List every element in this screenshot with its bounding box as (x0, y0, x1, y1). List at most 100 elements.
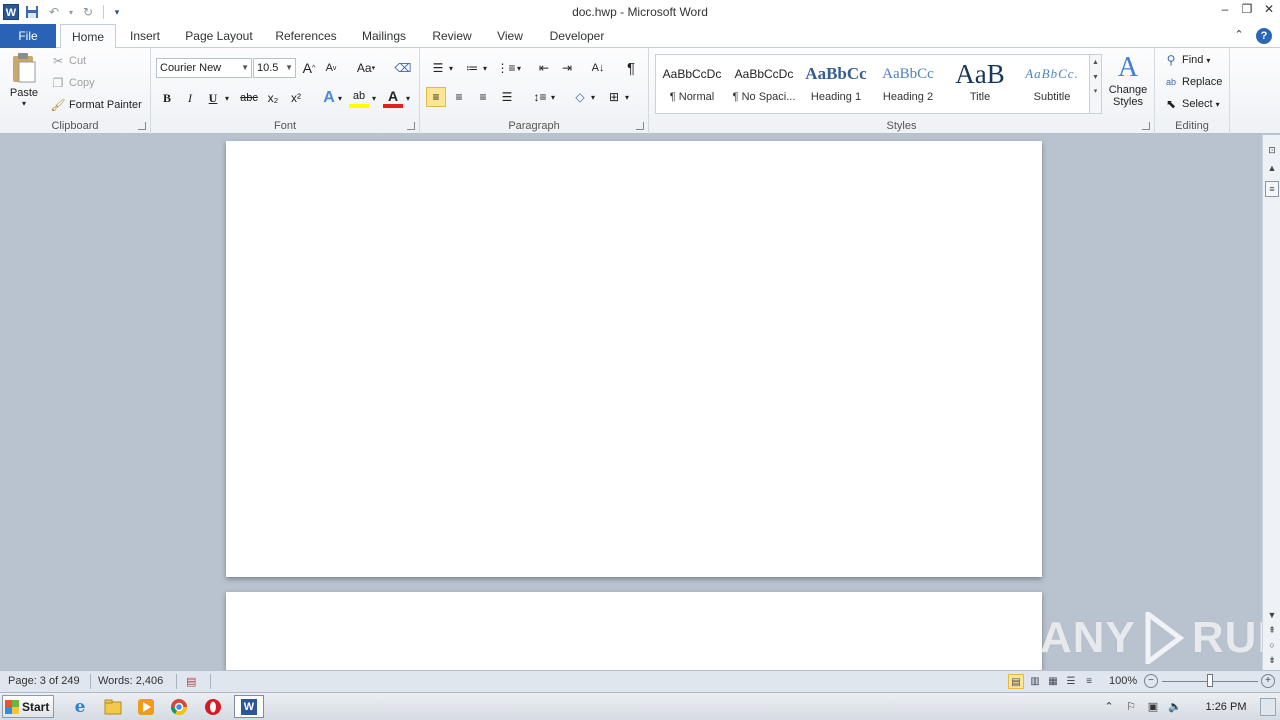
underline-dropdown-icon[interactable]: ▾ (221, 88, 233, 108)
align-center-icon[interactable]: ≡ (449, 87, 469, 107)
select-browse-object-icon[interactable]: ○ (1265, 638, 1279, 652)
full-screen-reading-icon[interactable]: ▥ (1027, 674, 1043, 689)
numbering-icon[interactable]: ≔ (462, 58, 482, 78)
find-button[interactable]: ⚲ Find ▾ (1163, 52, 1211, 68)
tab-home[interactable]: Home (60, 24, 116, 49)
gallery-up-icon[interactable]: ▲ (1090, 59, 1101, 66)
font-dialog-launcher[interactable] (407, 122, 415, 130)
tab-references[interactable]: References (270, 24, 342, 48)
show-desktop-icon[interactable] (1260, 698, 1276, 716)
zoom-level[interactable]: 100% (1109, 675, 1137, 687)
document-area[interactable] (0, 135, 1262, 670)
justify-icon[interactable]: ☰ (497, 87, 517, 107)
clear-formatting-icon[interactable]: ⌫ (393, 58, 413, 78)
highlight-button[interactable]: ab (349, 88, 369, 108)
undo-icon[interactable]: ↶ (45, 3, 63, 21)
text-effects-dropdown-icon[interactable]: ▾ (335, 88, 345, 108)
close-icon[interactable]: ✕ (1262, 2, 1276, 16)
font-size-dropdown-icon[interactable]: ▼ (285, 59, 293, 77)
word-taskbar-icon[interactable]: W (234, 695, 264, 718)
bullets-dropdown-icon[interactable]: ▾ (446, 58, 456, 78)
shading-dropdown-icon[interactable]: ▾ (588, 87, 598, 107)
minimize-icon[interactable]: – (1218, 2, 1232, 16)
paste-button[interactable]: Paste ▾ (6, 52, 42, 116)
paste-dropdown-icon[interactable]: ▾ (22, 99, 26, 108)
font-name-dropdown-icon[interactable]: ▼ (241, 59, 249, 77)
previous-page-icon[interactable]: ⇞ (1265, 623, 1279, 637)
clipboard-dialog-launcher[interactable] (138, 122, 146, 130)
superscript-button[interactable]: x² (286, 88, 306, 108)
select-button[interactable]: ⬉ Select ▾ (1163, 96, 1220, 112)
clock[interactable]: 1:26 PM (1200, 701, 1252, 713)
change-styles-button[interactable]: A Change Styles (1106, 52, 1150, 118)
vertical-scrollbar[interactable]: ⊡ ▲ ≡ ▼ ⇞ ○ ⇟ (1262, 135, 1280, 670)
tab-review[interactable]: Review (426, 24, 478, 48)
align-right-icon[interactable]: ≡ (473, 87, 493, 107)
scroll-up-icon[interactable]: ▲ (1265, 161, 1279, 175)
multilevel-list-icon[interactable]: ⋮≡ (496, 58, 516, 78)
line-spacing-dropdown-icon[interactable]: ▾ (548, 87, 558, 107)
cut-button[interactable]: ✂ Cut (50, 53, 86, 69)
redo-icon[interactable]: ↻ (79, 3, 97, 21)
minimize-ribbon-icon[interactable]: ⌃ (1232, 28, 1246, 42)
volume-icon[interactable]: 🔈 (1168, 700, 1182, 714)
page-count[interactable]: Page: 3 of 249 (8, 675, 80, 687)
select-dropdown-icon[interactable]: ▾ (1216, 100, 1220, 109)
draft-view-icon[interactable]: ≡ (1081, 674, 1097, 689)
document-page-3[interactable] (226, 141, 1042, 577)
show-formatting-icon[interactable]: ¶ (621, 58, 641, 78)
decrease-indent-icon[interactable]: ⇤ (534, 58, 554, 78)
paragraph-dialog-launcher[interactable] (636, 122, 644, 130)
document-page-4[interactable] (226, 592, 1042, 670)
font-name-combo[interactable]: Courier New ▼ (156, 58, 252, 78)
font-color-button[interactable]: A (383, 88, 403, 108)
undo-dropdown-icon[interactable]: ▾ (67, 3, 75, 21)
zoom-slider-thumb[interactable] (1207, 674, 1213, 687)
proofing-icon[interactable]: ▤ (186, 675, 196, 688)
change-case-button[interactable]: Aa ▾ (351, 58, 381, 78)
underline-button[interactable]: U (203, 88, 223, 108)
media-player-icon[interactable] (132, 695, 160, 718)
font-size-combo[interactable]: 10.5 ▼ (253, 58, 296, 78)
align-left-icon[interactable]: ≡ (426, 87, 446, 107)
help-icon[interactable]: ? (1256, 28, 1272, 44)
file-explorer-icon[interactable] (99, 695, 127, 718)
word-app-icon[interactable]: W (3, 4, 19, 20)
tab-mailings[interactable]: Mailings (354, 24, 414, 48)
grow-font-button[interactable]: A ^ (299, 58, 319, 78)
highlight-dropdown-icon[interactable]: ▾ (369, 88, 379, 108)
replace-button[interactable]: ab Replace (1163, 74, 1222, 90)
italic-button[interactable]: I (180, 88, 200, 108)
sort-icon[interactable]: A↓ (588, 58, 608, 78)
bullets-icon[interactable]: ☰ (428, 58, 448, 78)
gallery-down-icon[interactable]: ▼ (1090, 74, 1101, 81)
subscript-button[interactable]: x₂ (263, 88, 283, 108)
styles-gallery-scroll[interactable]: ▲ ▼ ▾ (1090, 54, 1102, 114)
bold-button[interactable]: B (157, 88, 177, 108)
borders-icon[interactable]: ⊞ (604, 87, 624, 107)
save-icon[interactable] (23, 3, 41, 21)
tab-developer[interactable]: Developer (542, 24, 612, 48)
style-normal[interactable]: AaBbCcDc ¶ Normal (656, 55, 728, 113)
copy-button[interactable]: ❐ Copy (50, 75, 95, 91)
styles-dialog-launcher[interactable] (1142, 122, 1150, 130)
outline-view-icon[interactable]: ☰ (1063, 674, 1079, 689)
strikethrough-button[interactable]: abc (237, 88, 261, 108)
shrink-font-button[interactable]: Av (321, 58, 341, 78)
tab-insert[interactable]: Insert (122, 24, 168, 48)
numbering-dropdown-icon[interactable]: ▾ (480, 58, 490, 78)
action-center-flag-icon[interactable]: ⚐ (1124, 700, 1138, 714)
tab-view[interactable]: View (490, 24, 530, 48)
view-ruler-icon[interactable]: ⊡ (1265, 143, 1279, 157)
tab-page-layout[interactable]: Page Layout (180, 24, 258, 48)
word-count[interactable]: Words: 2,406 (98, 675, 163, 687)
borders-dropdown-icon[interactable]: ▾ (622, 87, 632, 107)
show-hidden-icons-icon[interactable]: ⌃ (1102, 700, 1116, 714)
opera-icon[interactable] (199, 695, 227, 718)
network-icon[interactable]: ▣ (1146, 700, 1160, 714)
style-no-spacing[interactable]: AaBbCcDc ¶ No Spaci... (728, 55, 800, 113)
style-heading-2[interactable]: AaBbCc Heading 2 (872, 55, 944, 113)
style-title[interactable]: AaB Title (944, 55, 1016, 113)
web-layout-icon[interactable]: ▦ (1045, 674, 1061, 689)
restore-icon[interactable]: ❐ (1240, 2, 1254, 16)
